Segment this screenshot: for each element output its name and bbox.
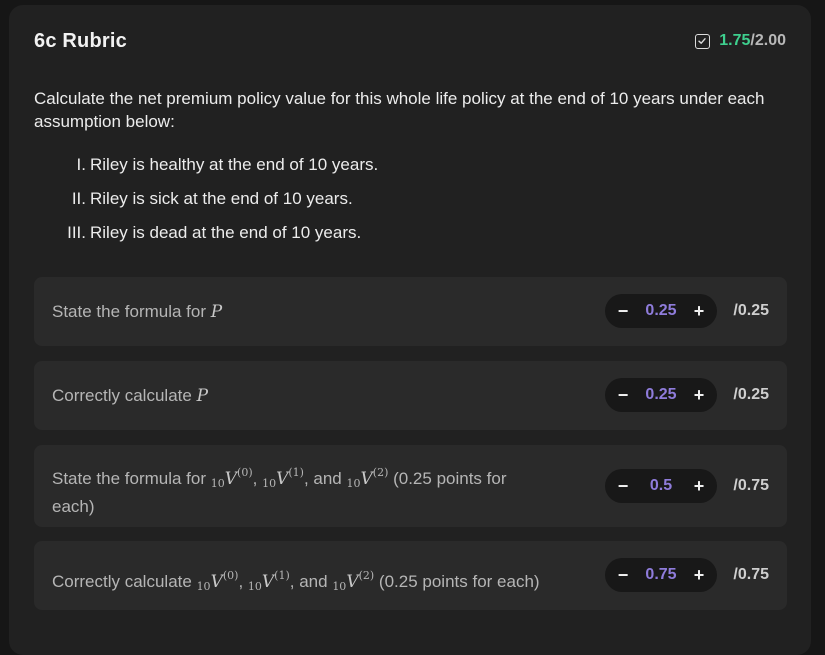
math-separator: , [238,572,248,591]
assumption-text: Riley is sick at the end of 10 years. [90,189,353,208]
criterion-label: State the formula for [52,469,211,488]
decrement-button[interactable]: − [615,565,631,586]
points-max: /0.25 [733,302,769,319]
math-subscript: 10 [262,477,277,490]
math-symbol-v: V [210,572,223,592]
math-superscript: (0) [237,466,253,479]
points-max: /0.25 [733,386,769,403]
math-subscript: 10 [196,580,211,593]
criterion-label: Correctly calculate [52,386,197,405]
criterion-text: State the formula for 10V(0), 10V(1), an… [52,461,552,518]
rubric-criterion: Correctly calculate 10V(0), 10V(1), and … [34,541,787,610]
math-symbol-v: V [224,469,238,489]
assumption-text: Riley is healthy at the end of 10 years. [90,155,379,174]
criterion-label: State the formula for [52,302,211,321]
rubric-score: 1.75 / 2.00 [695,32,786,50]
points-value[interactable]: 0.25 [645,302,676,320]
rubric-header: 6c Rubric 1.75 / 2.00 [34,28,786,58]
criterion-text: Correctly calculate P [52,384,208,408]
criterion-suffix: (0.25 points for each) [374,572,540,591]
rubric-criterion: State the formula for 10V(0), 10V(1), an… [34,445,787,527]
decrement-button[interactable]: − [615,385,631,406]
increment-button[interactable]: + [691,385,707,406]
question-prompt: Calculate the net premium policy value f… [34,89,765,131]
math-symbol-v: V [261,572,275,592]
math-symbol-v: V [360,469,373,489]
decrement-button[interactable]: − [615,301,631,322]
points-stepper: − 0.5 + [605,469,717,503]
increment-button[interactable]: + [691,301,707,322]
points-value[interactable]: 0.75 [645,566,676,584]
points-stepper: − 0.75 + [605,558,717,592]
rubric-criterion: State the formula for P − 0.25 + /0.25 [34,277,787,346]
rubric-title: 6c Rubric [34,30,127,52]
criterion-text: State the formula for P [52,300,222,324]
rubric-card: 6c Rubric 1.75 / 2.00 Calculate the net … [9,5,811,655]
math-subscript: 10 [247,580,262,593]
math-symbol-v: V [346,572,359,592]
math-symbol-p: P [210,302,223,322]
criterion-label: Correctly calculate [52,572,197,591]
points-stepper: − 0.25 + [605,294,717,328]
assumption-numeral: II. [71,189,86,208]
decrement-button[interactable]: − [615,476,631,497]
math-superscript: (1) [288,466,304,479]
math-subscript: 10 [210,477,225,490]
score-total: 2.00 [754,32,786,49]
math-superscript: (1) [274,569,290,582]
assumption-text: Riley is dead at the end of 10 years. [90,223,362,242]
points-value[interactable]: 0.5 [650,477,672,495]
criterion-text: Correctly calculate 10V(0), 10V(1), and … [52,564,540,598]
increment-button[interactable]: + [691,565,707,586]
checkbox-checked-icon [695,33,711,49]
math-superscript: (2) [358,569,375,582]
math-superscript: (2) [372,466,389,479]
assumption-item: II. Riley is sick at the end of 10 years. [34,189,353,213]
assumption-numeral: III. [67,223,86,242]
math-subscript: 10 [332,580,347,593]
score-earned: 1.75 [719,32,751,49]
points-max: /0.75 [733,477,769,494]
math-separator: , and [289,572,333,591]
rubric-criterion: Correctly calculate P − 0.25 + /0.25 [34,361,787,430]
increment-button[interactable]: + [691,476,707,497]
assumption-item: III. Riley is dead at the end of 10 years… [34,223,361,247]
math-separator: , and [303,469,347,488]
points-stepper: − 0.25 + [605,378,717,412]
assumption-item: I. Riley is healthy at the end of 10 year… [34,155,379,179]
points-value[interactable]: 0.25 [645,386,676,404]
math-symbol-p: P [196,386,209,406]
math-superscript: (0) [222,569,239,582]
math-separator: , [252,469,263,488]
math-symbol-v: V [276,469,289,489]
points-max: /0.75 [733,566,769,583]
math-subscript: 10 [346,477,361,490]
assumption-numeral: I. [76,155,86,174]
